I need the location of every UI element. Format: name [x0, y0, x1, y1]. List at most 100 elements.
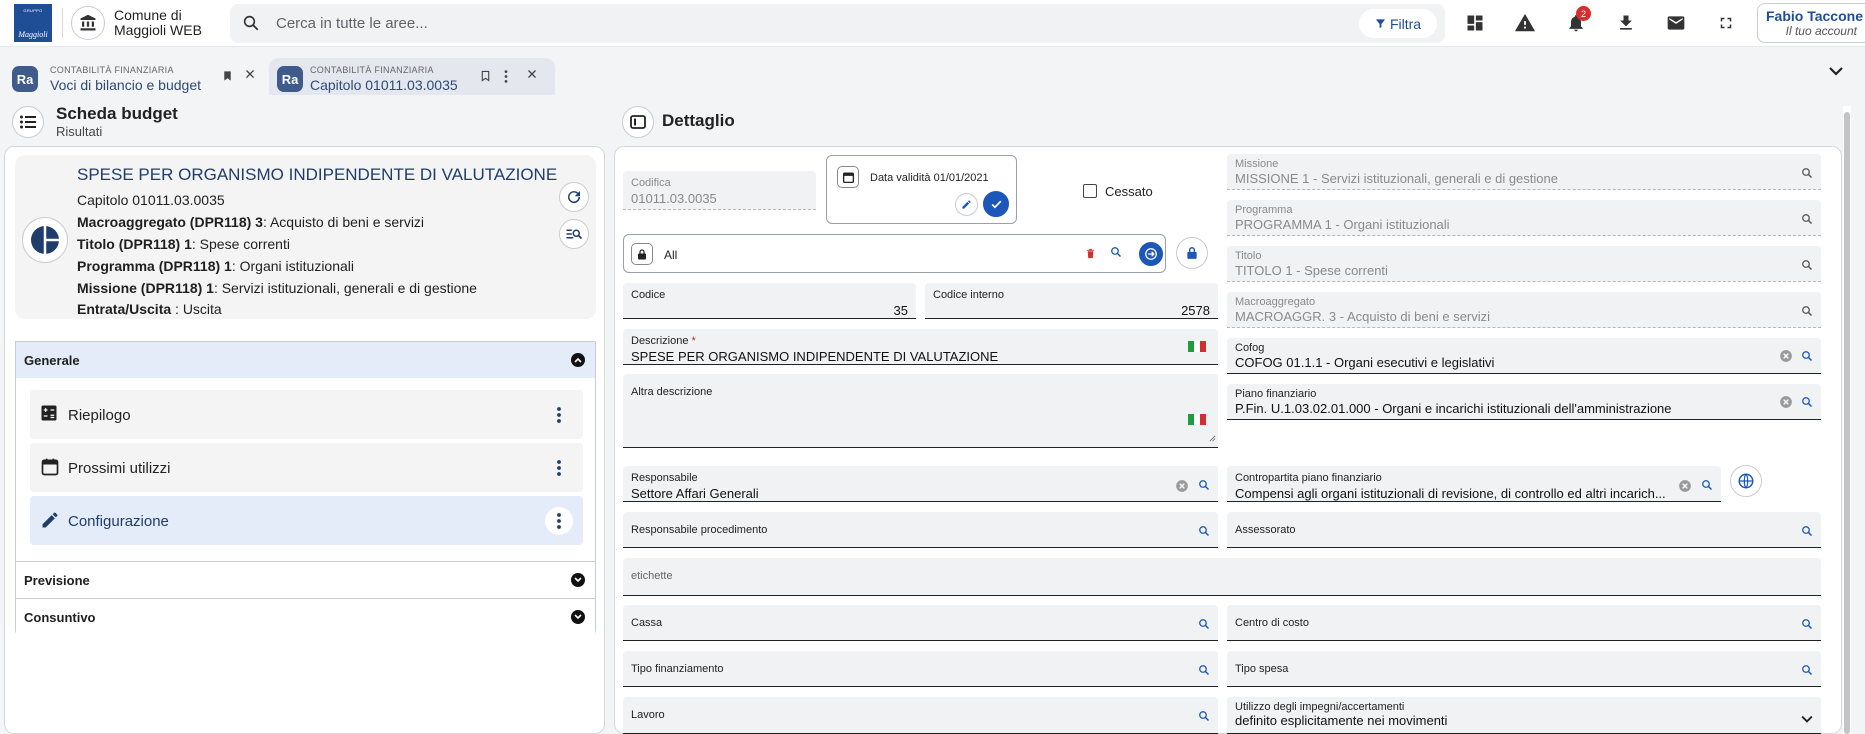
- search-icon[interactable]: [1198, 664, 1210, 679]
- fullscreen-button[interactable]: [1707, 4, 1745, 42]
- chevron-down-icon[interactable]: [1801, 711, 1813, 726]
- programma-field[interactable]: Programma PROGRAMMA 1 - Organi istituzio…: [1227, 200, 1821, 236]
- contropartita-field[interactable]: Contropartita piano finanziario Compensi…: [1227, 466, 1721, 502]
- required-marker: *: [691, 335, 696, 347]
- search-icon[interactable]: [1198, 525, 1210, 540]
- all-visibility-field: All: [623, 234, 1166, 273]
- section-header-consuntivo[interactable]: Consuntivo: [16, 599, 595, 636]
- notifications-button[interactable]: 2: [1557, 4, 1595, 42]
- confirm-date-button[interactable]: [983, 191, 1009, 217]
- field-label: Tipo spesa: [1235, 663, 1289, 675]
- cassa-field[interactable]: Cassa: [623, 605, 1218, 641]
- codice-interno-field[interactable]: Codice interno 2578: [925, 283, 1218, 319]
- download-button[interactable]: [1607, 4, 1645, 42]
- permissions-button[interactable]: [1176, 237, 1208, 269]
- etichette-field[interactable]: etichette: [623, 558, 1821, 596]
- bookmark-outline-icon[interactable]: [480, 70, 491, 85]
- search-icon[interactable]: [1198, 479, 1210, 494]
- refresh-button[interactable]: [559, 182, 589, 212]
- utilizzo-impegni-select[interactable]: Utilizzo degli impegni/accertamenti defi…: [1227, 697, 1821, 734]
- piano-finanziario-field[interactable]: Piano finanziario P.Fin. U.1.03.02.01.00…: [1227, 384, 1821, 420]
- arrow-right-icon: [1145, 248, 1157, 260]
- chevron-down-icon[interactable]: [1829, 64, 1843, 79]
- search-input[interactable]: Cerca in tutte le aree...: [276, 15, 428, 32]
- delete-icon[interactable]: [1085, 247, 1096, 263]
- bookmark-icon[interactable]: [222, 70, 233, 85]
- more-vert-icon[interactable]: [504, 70, 508, 86]
- missione-field[interactable]: Missione MISSIONE 1 - Servizi istituzion…: [1227, 154, 1821, 190]
- go-button[interactable]: [1139, 242, 1163, 266]
- bank-icon[interactable]: [71, 6, 105, 40]
- vertical-scrollbar[interactable]: [1843, 106, 1851, 734]
- filter-label: Filtra: [1389, 15, 1422, 32]
- italian-flag-icon[interactable]: [1188, 341, 1206, 352]
- clear-icon[interactable]: [1175, 479, 1189, 496]
- resize-handle-icon[interactable]: [1209, 430, 1216, 445]
- menu-item-prossimi-utilizzi[interactable]: Prossimi utilizzi: [30, 443, 583, 492]
- user-account-button[interactable]: Fabio Taccone Il tuo account: [1757, 3, 1865, 43]
- menu-item-configurazione[interactable]: Configurazione: [30, 496, 583, 545]
- close-tab-icon[interactable]: [244, 68, 256, 83]
- search-icon[interactable]: [1801, 525, 1813, 540]
- descrizione-field[interactable]: Descrizione * SPESE PER ORGANISMO INDIPE…: [623, 329, 1218, 365]
- toggle-sidebar-button[interactable]: [622, 106, 654, 138]
- field-label: Codice: [631, 289, 666, 301]
- edit-date-button[interactable]: [955, 193, 978, 216]
- assessorato-field[interactable]: Assessorato: [1227, 512, 1821, 548]
- more-vert-icon[interactable]: [545, 401, 573, 429]
- scrollbar-thumb[interactable]: [1844, 112, 1850, 734]
- tipo-spesa-field[interactable]: Tipo spesa: [1227, 651, 1821, 687]
- search-icon[interactable]: [1801, 618, 1813, 633]
- clear-icon[interactable]: [1779, 349, 1793, 366]
- macroaggregato-field[interactable]: Macroaggregato MACROAGGR. 3 - Acquisto d…: [1227, 292, 1821, 328]
- search-icon[interactable]: [1801, 664, 1813, 679]
- italian-flag-icon[interactable]: [1188, 414, 1206, 425]
- search-detail-button[interactable]: [559, 219, 589, 249]
- search-icon[interactable]: [1801, 305, 1813, 320]
- maggioli-logo[interactable]: GRUPPO Maggioli: [14, 4, 52, 42]
- search-icon[interactable]: [1801, 396, 1813, 411]
- altra-descrizione-field[interactable]: Altra descrizione: [623, 374, 1218, 448]
- centro-di-costo-field[interactable]: Centro di costo: [1227, 605, 1821, 641]
- tab-capitolo[interactable]: Ra CONTABILITÀ FINANZIARIA Capitolo 0101…: [269, 58, 555, 95]
- search-icon[interactable]: [1701, 479, 1713, 494]
- list-view-button[interactable]: [12, 106, 44, 138]
- field-label: Titolo: [1235, 250, 1262, 262]
- clear-icon[interactable]: [1678, 479, 1692, 496]
- warning-button[interactable]: [1506, 4, 1544, 42]
- search-icon[interactable]: [1198, 710, 1210, 725]
- close-tab-icon[interactable]: [526, 68, 538, 83]
- more-vert-icon[interactable]: [545, 454, 573, 482]
- search-icon[interactable]: [1801, 167, 1813, 182]
- cofog-field[interactable]: Cofog COFOG 01.1.1 - Organi esecutivi e …: [1227, 338, 1821, 374]
- cessato-checkbox[interactable]: [1083, 184, 1097, 198]
- menu-item-riepilogo[interactable]: Riepilogo: [30, 390, 583, 439]
- codice-field[interactable]: Codice 35: [623, 283, 916, 319]
- refresh-icon: [568, 191, 581, 204]
- all-label: All: [664, 248, 678, 262]
- global-search[interactable]: Cerca in tutte le aree... Filtra: [230, 4, 1445, 43]
- globe-button[interactable]: [1730, 465, 1762, 497]
- tab-voci-bilancio[interactable]: Ra CONTABILITÀ FINANZIARIA Voci di bilan…: [4, 58, 266, 95]
- more-vert-icon[interactable]: [545, 507, 573, 535]
- section-header-generale[interactable]: Generale: [16, 342, 595, 378]
- menu-item-label: Configurazione: [68, 513, 169, 530]
- search-icon[interactable]: [1110, 246, 1122, 261]
- tipo-finanziamento-field[interactable]: Tipo finanziamento: [623, 651, 1218, 687]
- responsabile-field[interactable]: Responsabile Settore Affari Generali: [623, 466, 1218, 502]
- section-header-previsione[interactable]: Previsione: [16, 562, 595, 599]
- search-icon[interactable]: [1198, 618, 1210, 633]
- responsabile-procedimento-field[interactable]: Responsabile procedimento: [623, 512, 1218, 548]
- mail-button[interactable]: [1657, 4, 1695, 42]
- filter-button[interactable]: Filtra: [1359, 9, 1437, 38]
- calendar-icon[interactable]: [837, 166, 859, 188]
- lock-icon[interactable]: [631, 243, 653, 265]
- search-icon[interactable]: [1801, 259, 1813, 274]
- search-icon[interactable]: [1801, 213, 1813, 228]
- search-icon[interactable]: [1801, 350, 1813, 365]
- pencil-icon: [40, 510, 60, 533]
- dashboard-button[interactable]: [1456, 4, 1494, 42]
- titolo-field[interactable]: Titolo TITOLO 1 - Spese correnti: [1227, 246, 1821, 282]
- lavoro-field[interactable]: Lavoro: [623, 697, 1218, 734]
- clear-icon[interactable]: [1779, 395, 1793, 412]
